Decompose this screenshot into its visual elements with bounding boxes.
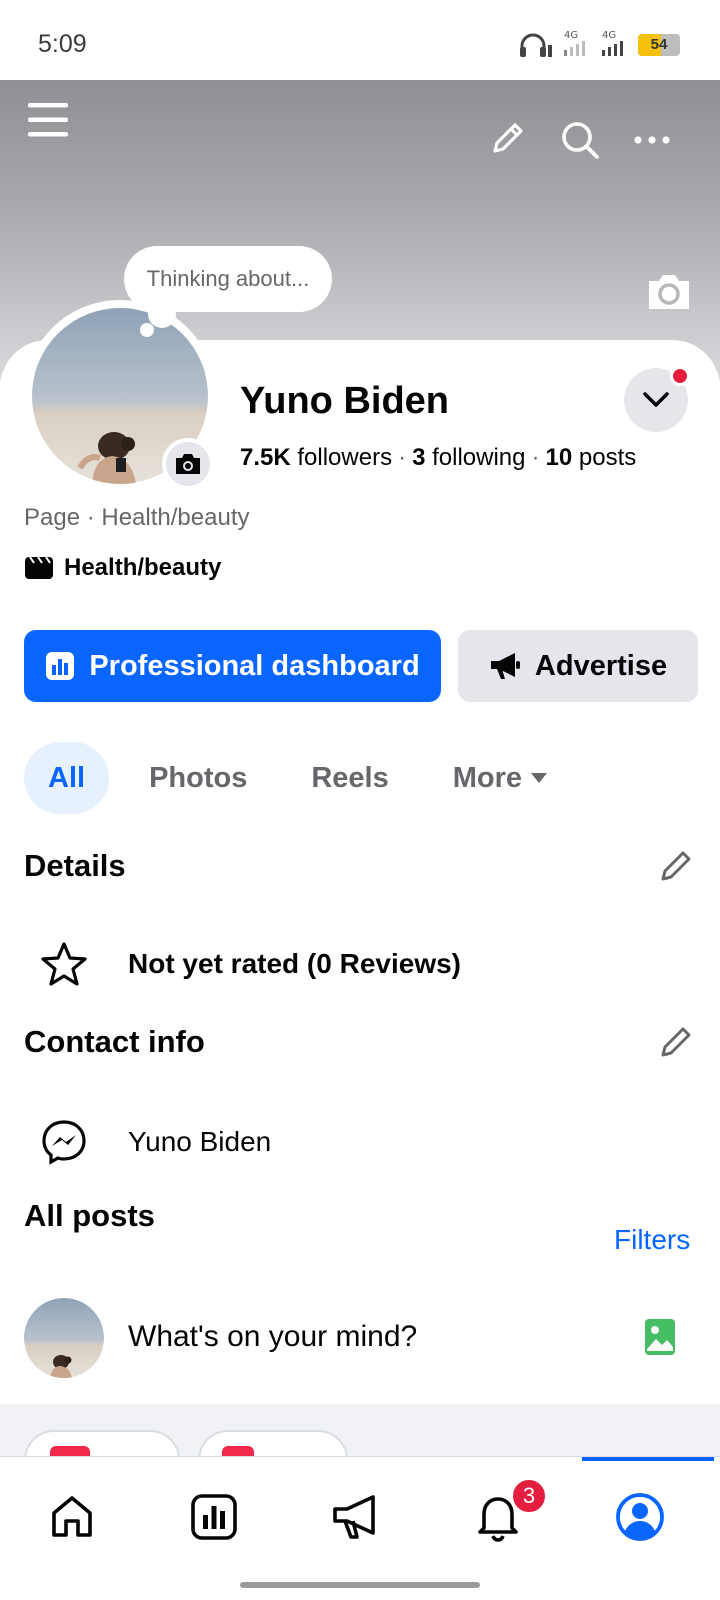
status-time: 5:09 — [38, 30, 87, 58]
avatar-photo — [50, 1355, 72, 1378]
nav-profile[interactable] — [610, 1487, 670, 1547]
battery-icon: 54 — [638, 34, 680, 56]
followers-label[interactable]: followers — [297, 444, 392, 471]
headphones-icon — [520, 33, 552, 57]
tab-more-label: More — [452, 761, 523, 794]
posts-count: 10 — [545, 444, 573, 471]
thought-bubble-dot — [140, 323, 154, 337]
rating-text: Not yet rated (0 Reviews) — [128, 948, 461, 979]
caret-down-icon — [531, 773, 548, 783]
signal-icon-2: 4G — [600, 30, 628, 58]
notification-badge: 3 — [510, 1477, 548, 1515]
advertise-label: Advertise — [534, 649, 668, 682]
all-posts-title: All posts — [24, 1198, 155, 1233]
profile-icon — [616, 1493, 664, 1541]
status-bar: 5:09 4G 4G 54 — [0, 0, 720, 80]
edit-icon[interactable] — [486, 116, 530, 160]
tab-photos[interactable]: Photos — [149, 742, 247, 814]
posts-label: posts — [578, 444, 637, 471]
camera-icon[interactable] — [644, 270, 694, 312]
nav-dashboard[interactable] — [184, 1487, 244, 1547]
nav-home[interactable] — [42, 1487, 102, 1547]
signal-icon-1: 4G — [562, 30, 590, 58]
details-edit-icon[interactable] — [656, 846, 696, 886]
bottom-navigation: 3 — [0, 1456, 720, 1600]
active-tab-indicator — [582, 1457, 714, 1461]
rating-row: Not yet rated (0 Reviews) — [40, 940, 461, 988]
tab-more[interactable]: More — [453, 742, 548, 814]
profile-name: Yuno Biden — [240, 380, 449, 422]
tab-reels[interactable]: Reels — [311, 742, 388, 814]
page-category: Page · Health/beauty — [24, 504, 250, 531]
camera-icon — [176, 454, 200, 474]
composer-input[interactable]: What's on your mind? — [128, 1320, 417, 1354]
photo-icon[interactable] — [644, 1318, 676, 1356]
category-row: Health/beauty — [24, 554, 221, 582]
menu-icon[interactable] — [24, 96, 72, 144]
professional-dashboard-button[interactable]: Professional dashboard — [24, 630, 441, 702]
network-type-2: 4G — [602, 30, 617, 41]
megaphone-icon — [490, 653, 520, 679]
profile-stats: 7.5K followers · 3 following · 10 posts — [240, 444, 637, 471]
messenger-icon — [40, 1118, 88, 1166]
megaphone-icon — [333, 1495, 375, 1539]
advertise-button[interactable]: Advertise — [458, 630, 698, 702]
dashboard-icon — [46, 652, 75, 680]
category-icon — [25, 556, 53, 579]
details-title: Details — [24, 848, 126, 883]
battery-percent: 54 — [650, 36, 668, 53]
messenger-row[interactable]: Yuno Biden — [40, 1118, 271, 1166]
home-icon — [52, 1496, 92, 1537]
network-type-1: 4G — [564, 30, 579, 41]
profile-tabs: All Photos Reels More — [24, 742, 548, 814]
professional-dashboard-label: Professional dashboard — [89, 649, 420, 682]
following-count[interactable]: 3 — [412, 444, 425, 471]
composer-avatar[interactable] — [24, 1298, 104, 1378]
home-indicator[interactable] — [240, 1582, 480, 1588]
category-label: Health/beauty — [64, 554, 222, 581]
followers-count[interactable]: 7.5K — [240, 444, 291, 471]
contact-info-title: Contact info — [24, 1024, 205, 1059]
notification-dot — [670, 366, 690, 386]
thought-bubble-text: Thinking about... — [146, 266, 310, 291]
nav-ads[interactable] — [326, 1487, 386, 1547]
filters-link[interactable]: Filters — [614, 1224, 690, 1256]
tab-all[interactable]: All — [24, 742, 110, 814]
star-icon — [40, 940, 88, 988]
thought-bubble-tail — [148, 300, 176, 328]
following-label[interactable]: following — [432, 444, 525, 471]
chevron-down-icon — [643, 392, 669, 407]
messenger-name: Yuno Biden — [128, 1126, 272, 1157]
contact-edit-icon[interactable] — [656, 1022, 696, 1062]
avatar-camera-button[interactable] — [162, 438, 214, 490]
more-icon[interactable] — [628, 118, 676, 162]
dashboard-icon — [191, 1494, 237, 1540]
status-icons: 4G 4G 54 — [518, 30, 680, 60]
search-icon[interactable] — [556, 116, 604, 164]
